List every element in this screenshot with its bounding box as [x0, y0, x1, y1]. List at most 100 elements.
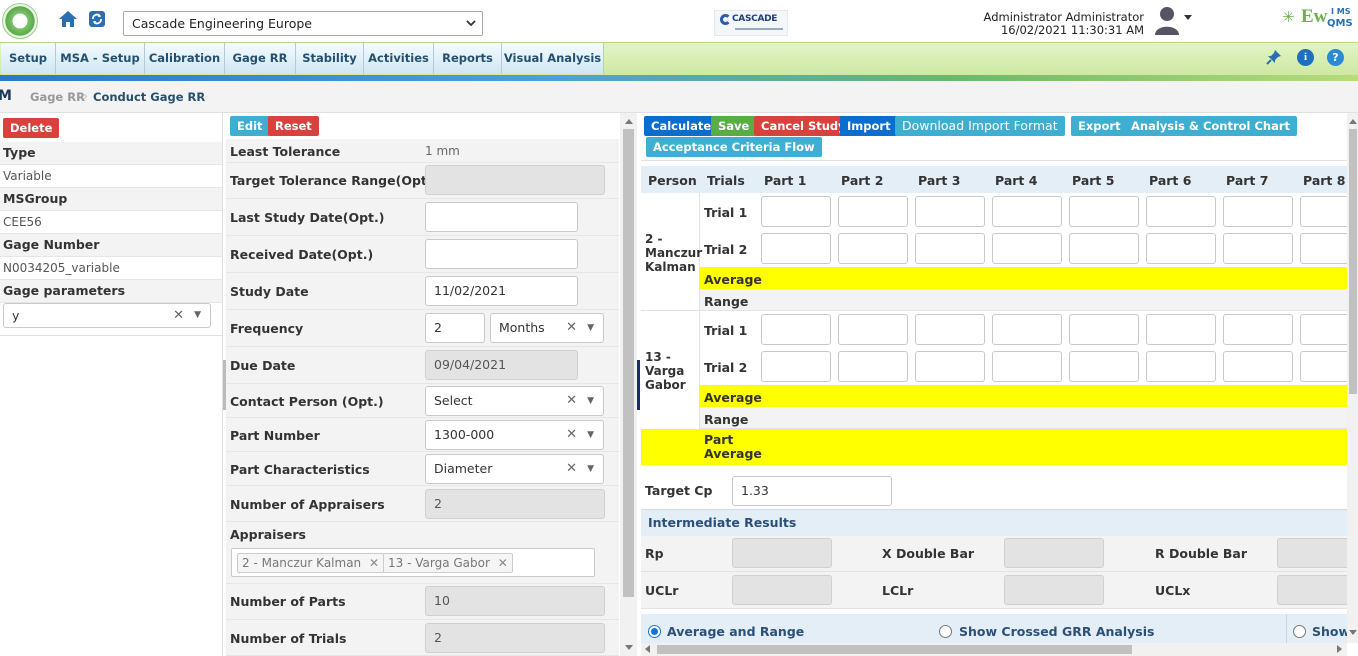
trial-input[interactable]	[1069, 196, 1139, 227]
menu-gage-rr[interactable]: Gage RR	[225, 43, 296, 74]
trial-input[interactable]	[761, 351, 831, 382]
company-select[interactable]: Cascade Engineering Europe	[123, 11, 483, 36]
clear-icon[interactable]: ✕	[566, 455, 577, 483]
menu-msa-setup[interactable]: MSA - Setup	[56, 43, 145, 74]
menu-calibration[interactable]: Calibration	[145, 43, 225, 74]
trial-input[interactable]	[838, 351, 908, 382]
trial-input[interactable]	[1300, 233, 1347, 264]
trial-input[interactable]	[915, 314, 985, 345]
clear-icon[interactable]: ✕	[173, 304, 184, 327]
menu-stability[interactable]: Stability	[296, 43, 364, 74]
frequency-input[interactable]: 2	[425, 313, 485, 343]
trial-input[interactable]	[1146, 196, 1216, 227]
trial-input[interactable]	[915, 351, 985, 382]
pin-icon[interactable]	[1266, 49, 1282, 65]
chevron-down-icon[interactable]: ▼	[587, 387, 594, 415]
trial-input[interactable]	[1069, 314, 1139, 345]
trial-input[interactable]	[761, 196, 831, 227]
middle-scrollbar[interactable]	[620, 113, 637, 656]
info-icon[interactable]: i	[1297, 49, 1314, 66]
trial-input[interactable]	[838, 196, 908, 227]
scroll-down-icon[interactable]	[1349, 630, 1357, 635]
export-button[interactable]: Export	[1071, 116, 1128, 136]
received-date-input[interactable]	[425, 239, 578, 269]
help-icon[interactable]: ?	[1327, 49, 1344, 66]
clear-icon[interactable]: ✕	[566, 421, 577, 449]
panel-splitter[interactable]	[637, 360, 640, 410]
menu-activities[interactable]: Activities	[364, 43, 434, 74]
trial-input[interactable]	[1146, 351, 1216, 382]
frequency-unit-select[interactable]: Months ✕ ▼	[490, 313, 604, 343]
trial-input[interactable]	[1223, 233, 1293, 264]
breadcrumb-root[interactable]: M	[0, 88, 12, 104]
avatar[interactable]	[1152, 4, 1182, 36]
save-button[interactable]: Save	[711, 116, 757, 136]
scroll-thumb[interactable]	[657, 645, 1132, 654]
scroll-up-icon[interactable]	[1349, 119, 1357, 124]
trial-input[interactable]	[1223, 196, 1293, 227]
trial-input[interactable]	[992, 314, 1062, 345]
gage-params-select[interactable]: y ✕ ▼	[3, 303, 211, 328]
app-logo-icon[interactable]	[2, 3, 38, 39]
menu-setup[interactable]: Setup	[1, 43, 56, 74]
trial-input[interactable]	[838, 233, 908, 264]
chevron-down-icon[interactable]: ▼	[194, 304, 201, 327]
trial-input[interactable]	[761, 314, 831, 345]
chevron-down-icon[interactable]: ▼	[587, 421, 594, 449]
right-horizontal-scrollbar[interactable]	[641, 643, 1347, 656]
import-button[interactable]: Import	[840, 116, 898, 136]
scroll-up-icon[interactable]	[625, 119, 633, 124]
scroll-thumb[interactable]	[1349, 129, 1357, 394]
remove-tag-icon[interactable]: ✕	[369, 556, 379, 570]
trial-input[interactable]	[1300, 196, 1347, 227]
remove-tag-icon[interactable]: ✕	[498, 556, 508, 570]
contact-person-select[interactable]: Select ✕ ▼	[425, 386, 604, 416]
trial-input[interactable]	[1069, 351, 1139, 382]
scroll-left-icon[interactable]	[645, 645, 650, 653]
scroll-down-icon[interactable]	[625, 645, 633, 650]
trial-input[interactable]	[1146, 314, 1216, 345]
trial-input[interactable]	[1300, 314, 1347, 345]
trial-input[interactable]	[915, 196, 985, 227]
clear-icon[interactable]: ✕	[566, 314, 577, 342]
part-number-select[interactable]: 1300-000 ✕ ▼	[425, 420, 604, 450]
right-vertical-scrollbar[interactable]	[1347, 113, 1358, 643]
home-icon[interactable]	[57, 8, 79, 30]
target-cp-input[interactable]: 1.33	[732, 476, 892, 506]
chevron-down-icon[interactable]: ▼	[587, 314, 594, 342]
trial-input[interactable]	[1300, 351, 1347, 382]
part-characteristics-select[interactable]: Diameter ✕ ▼	[425, 454, 604, 484]
trial-input[interactable]	[761, 233, 831, 264]
trial-input[interactable]	[1069, 233, 1139, 264]
trial-input[interactable]	[915, 233, 985, 264]
crossed-grr-radio[interactable]	[939, 625, 952, 638]
cancel-study-button[interactable]: Cancel Study	[754, 116, 853, 136]
download-import-format-button[interactable]: Download Import Format	[895, 116, 1065, 136]
scroll-thumb[interactable]	[623, 129, 634, 597]
breadcrumb-parent[interactable]: Gage RR	[30, 90, 85, 104]
menu-reports[interactable]: Reports	[434, 43, 502, 74]
trial-input[interactable]	[838, 314, 908, 345]
appraisers-multiselect[interactable]: 2 - Manczur Kalman ✕ 13 - Varga Gabor ✕	[231, 548, 595, 577]
show-radio[interactable]	[1293, 625, 1306, 638]
refresh-icon[interactable]	[87, 9, 107, 29]
average-range-radio[interactable]	[648, 625, 661, 638]
user-menu-caret-icon[interactable]	[1184, 15, 1192, 20]
trial-input[interactable]	[1223, 351, 1293, 382]
acceptance-criteria-flow-button[interactable]: Acceptance Criteria Flow	[646, 137, 822, 157]
menu-visual-analysis[interactable]: Visual Analysis	[502, 43, 604, 74]
edit-button[interactable]: Edit	[230, 116, 270, 136]
trial-input[interactable]	[992, 351, 1062, 382]
analysis-control-chart-button[interactable]: Analysis & Control Chart	[1124, 116, 1298, 136]
reset-button[interactable]: Reset	[268, 116, 319, 136]
clear-icon[interactable]: ✕	[566, 387, 577, 415]
calculate-button[interactable]: Calculate	[644, 116, 719, 136]
delete-button[interactable]: Delete	[3, 118, 60, 138]
trial-input[interactable]	[992, 196, 1062, 227]
scroll-right-icon[interactable]	[1337, 645, 1342, 653]
chevron-down-icon[interactable]: ▼	[587, 455, 594, 483]
trial-input[interactable]	[1223, 314, 1293, 345]
trial-input[interactable]	[1146, 233, 1216, 264]
study-date-input[interactable]: 11/02/2021	[425, 276, 578, 306]
trial-input[interactable]	[992, 233, 1062, 264]
